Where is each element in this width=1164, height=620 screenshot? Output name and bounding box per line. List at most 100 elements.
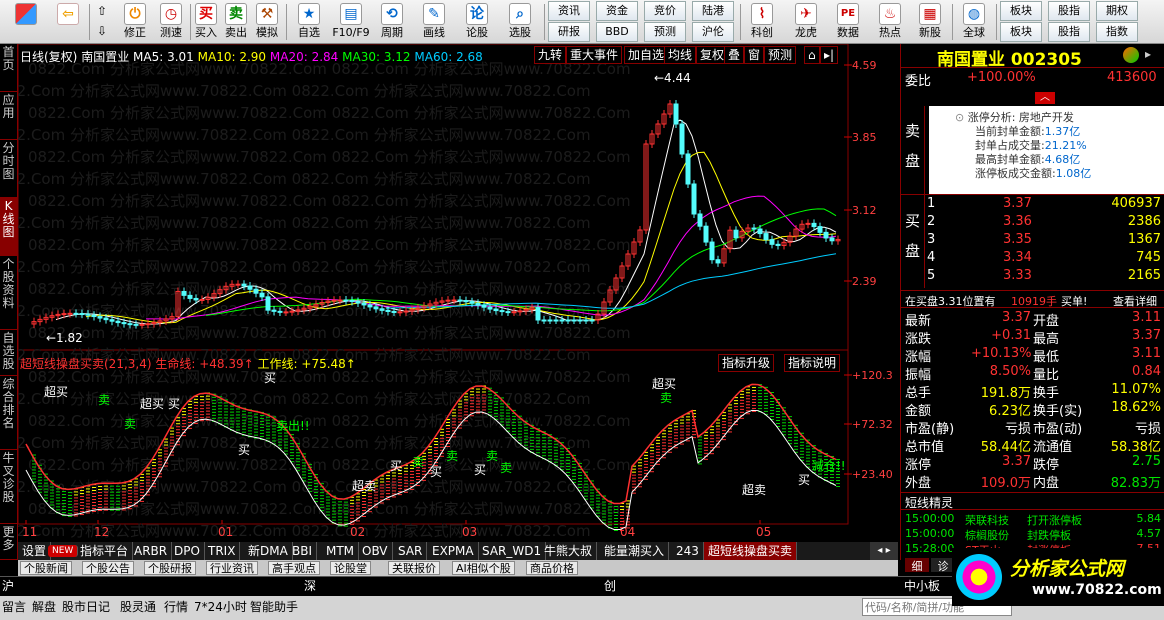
info-tab-1[interactable]: 个股公告 [82, 561, 134, 575]
indicator-tab-7[interactable]: BBI [288, 542, 318, 560]
collapse-up-icon[interactable]: ︿ [1035, 92, 1055, 104]
toolbar-forecast-button[interactable]: 预测 [644, 22, 686, 42]
tab-intraday[interactable]: 分时图 [0, 140, 17, 198]
tab-apps[interactable]: 应用 [0, 92, 17, 140]
toolbar-index-futures-button-2[interactable]: 股指 [1048, 22, 1090, 42]
toolbar-btn-sim[interactable]: ⚒ 模拟 [252, 1, 282, 43]
chart-btn-0[interactable]: 九转 [534, 46, 567, 64]
indicator-tab-11[interactable]: EXPMA [428, 542, 479, 560]
indicator-tab-14[interactable]: 能量潮买入 [600, 542, 670, 560]
chart-btn-7[interactable]: 预测 [764, 46, 797, 64]
toolbar-btn-sell[interactable]: 卖卖出 [222, 1, 250, 43]
indicator-tab-9[interactable]: OBV [358, 542, 393, 560]
market-sh[interactable]: 沪 [2, 577, 14, 595]
toolbar-btn-hot[interactable]: ♨ 热点 [872, 1, 908, 43]
toolbar-btn-data[interactable]: PE 数据 [830, 1, 866, 43]
bottom-item-1[interactable]: 解盘 [32, 596, 56, 618]
toolbar-sector-button[interactable]: 板块 [1000, 1, 1042, 21]
toolbar-btn-pick[interactable]: ⌕ 选股 [500, 1, 540, 43]
indicator-tab-0[interactable]: 设置 [18, 542, 52, 560]
queue-row[interactable]: 在买盘3.31位置有 10919手 买单! 查看详细 [901, 290, 1164, 308]
tab-ranking[interactable]: 综合排名 [0, 376, 17, 450]
toolbar-btn-discuss[interactable]: 论论股 [460, 1, 494, 43]
bottom-item-3[interactable]: 股灵通 [120, 596, 156, 618]
info-tab-8[interactable]: 商品价格 [526, 561, 578, 575]
indicator-help-button[interactable]: 指标说明 [784, 354, 841, 372]
indicator-tab-3[interactable]: ARBR [130, 542, 173, 560]
buy-order-row[interactable]: 5 3.33 2165 [901, 268, 1164, 286]
toolbar-btn-grid[interactable] [6, 1, 46, 43]
info-tab-0[interactable]: 个股新闻 [20, 561, 72, 575]
toolbar-btn-back[interactable]: ⇦ [50, 1, 86, 43]
tab-scroll-arrows-icon[interactable]: ◂ ▸ [870, 542, 898, 560]
lock-icon[interactable]: ⌂ [804, 46, 820, 64]
buy-order-row[interactable]: 3 3.35 1367 [901, 232, 1164, 250]
toolbar-btn-kechuang[interactable]: ⌇ 科创 [744, 1, 780, 43]
chart-btn-2[interactable]: 加自选 [624, 46, 669, 64]
buy-order-row[interactable]: 1 3.37 406937 [901, 196, 1164, 214]
chart-btn-5[interactable]: 叠 [724, 46, 745, 64]
tab-kline[interactable]: K线图 [0, 198, 17, 256]
info-tab-4[interactable]: 高手观点 [268, 561, 320, 575]
toolbar-hk-connect-button[interactable]: 陆港 [692, 1, 734, 21]
toolbar-btn-dragon[interactable]: ✈ 龙虎 [788, 1, 824, 43]
indicator-tab-12[interactable]: SAR_WD1 [478, 542, 547, 560]
indicator-tab-5[interactable]: TRIX [204, 542, 241, 560]
toolbar-btn-period[interactable]: ⟲ 周期 [374, 1, 410, 43]
bottom-item-2[interactable]: 股市日记 [62, 596, 110, 618]
toolbar-bbd-button[interactable]: BBD [596, 22, 638, 42]
indicator-tab-6[interactable]: 新DMA [244, 542, 293, 560]
toolbar-btn-speed[interactable]: ◷ 测速 [154, 1, 188, 43]
toolbar-futures-button[interactable]: 期权 [1096, 1, 1138, 21]
toolbar-index-futures-button[interactable]: 股指 [1048, 1, 1090, 21]
market-sz[interactable]: 深 [304, 577, 316, 595]
market-sme[interactable]: 中小板 [904, 577, 940, 595]
buy-order-row[interactable]: 2 3.36 2386 [901, 214, 1164, 232]
market-cy[interactable]: 创 [604, 577, 616, 595]
toolbar-index-button[interactable]: 指数 [1096, 22, 1138, 42]
indicator-tab-15[interactable]: 243 [672, 542, 704, 560]
kline-chart-area[interactable]: 0822.Com 分析家公式网www.70822.Com 0822.Com 分析… [18, 44, 898, 544]
indicator-tab-13[interactable]: 牛熊大叔 [540, 542, 598, 560]
tab-home[interactable]: 首页 [0, 44, 17, 92]
bottom-item-0[interactable]: 留言 [2, 596, 26, 618]
toolbar-btn-fav[interactable]: ★ 自选 [290, 1, 328, 43]
info-tab-6[interactable]: 关联报价 [388, 561, 440, 575]
info-tab-3[interactable]: 行业资讯 [206, 561, 258, 575]
chart-btn-3[interactable]: 均线 [664, 46, 697, 64]
info-tab-2[interactable]: 个股研报 [144, 561, 196, 575]
toolbar-btn-up-down[interactable]: ⇧ ⇩ [92, 1, 112, 43]
toolbar-btn-buy[interactable]: 买买入 [192, 1, 220, 43]
tab-more[interactable]: 更多 [0, 524, 17, 560]
kline-chart-svg[interactable]: 0822.Com 分析家公式网www.70822.Com 0822.Com 分析… [18, 44, 898, 544]
indicator-tab-16[interactable]: 超短线操盘买卖 [704, 542, 798, 560]
queue-detail-link[interactable]: 查看详细 [1113, 293, 1157, 309]
info-tab-5[interactable]: 论股堂 [330, 561, 371, 575]
bottom-item-5[interactable]: 7*24小时 [194, 596, 247, 618]
tab-watchlist[interactable]: 自选股 [0, 330, 17, 376]
toolbar-news-button[interactable]: 资讯 [548, 1, 590, 21]
toolbar-research-button[interactable]: 研报 [548, 22, 590, 42]
dropdown-arrow-icon[interactable]: ▸ [1145, 47, 1151, 61]
tab-detail[interactable]: 细 [905, 558, 929, 573]
toolbar-btn-edit[interactable]: ⏻ 修正 [118, 1, 152, 43]
chart-btn-6[interactable]: 窗 [744, 46, 765, 64]
bottom-item-6[interactable]: 智能助手 [250, 596, 298, 618]
toolbar-sector-button-2[interactable]: 板块 [1000, 22, 1042, 42]
indicator-tab-1[interactable]: NEW [48, 545, 79, 557]
toolbar-btn-draw[interactable]: ✎ 画线 [416, 1, 452, 43]
tab-stock-info[interactable]: 个股资料 [0, 256, 17, 330]
chart-btn-1[interactable]: 重大事件 [566, 46, 623, 64]
toolbar-shanghai-london-button[interactable]: 沪伦 [692, 22, 734, 42]
info-tab-7[interactable]: AI相似个股 [452, 561, 515, 575]
indicator-tab-8[interactable]: MTM [322, 542, 360, 560]
indicator-tab-2[interactable]: 指标平台 [76, 542, 134, 560]
toolbar-auction-button[interactable]: 竞价 [644, 1, 686, 21]
toolbar-funds-button[interactable]: 资金 [596, 1, 638, 21]
toolbar-btn-ipo[interactable]: ▦ 新股 [912, 1, 948, 43]
toolbar-btn-globe[interactable]: ◍ 全球 [956, 1, 992, 43]
close-panel-icon[interactable]: ▸| [820, 46, 839, 64]
indicator-tab-10[interactable]: SAR [394, 542, 428, 560]
bottom-item-4[interactable]: 行情 [164, 596, 188, 618]
buy-order-row[interactable]: 4 3.34 745 [901, 250, 1164, 268]
